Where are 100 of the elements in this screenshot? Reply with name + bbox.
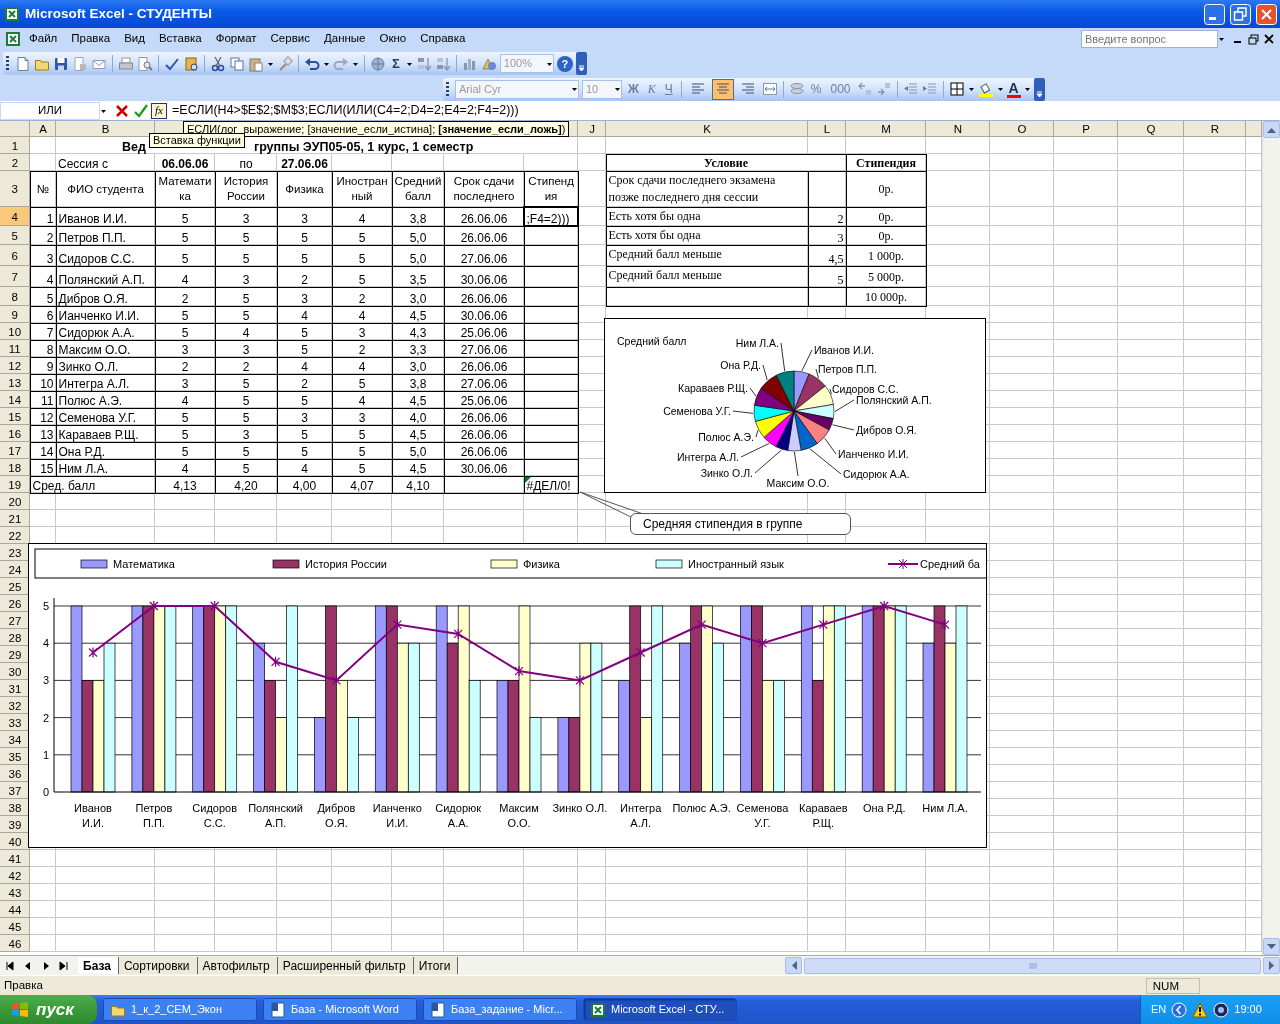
row-header[interactable]: 10 <box>0 323 30 340</box>
menu-item[interactable]: Сервис <box>263 28 317 50</box>
help-button[interactable]: ? <box>556 55 573 72</box>
taskbar-button[interactable]: Microsoft Excel - СТУ... <box>583 998 737 1021</box>
taskbar-button[interactable]: 1_к_2_СЕМ_Экон <box>103 998 257 1021</box>
menu-item[interactable]: Данные <box>316 28 373 50</box>
row-header[interactable]: 21 <box>0 510 30 527</box>
sheet-tab[interactable]: Сортировки <box>118 957 198 974</box>
column-header[interactable]: J <box>578 121 606 137</box>
row-header[interactable]: 27 <box>0 612 30 629</box>
row-header[interactable]: 20 <box>0 493 30 510</box>
help-search-field[interactable]: Введите вопрос <box>1081 30 1218 48</box>
row-header[interactable]: 38 <box>0 799 30 816</box>
menu-item[interactable]: Вид <box>117 28 152 50</box>
syntax-tooltip: ЕСЛИ(лог_выражение; [значение_если_истина]; [значение_если_ложь]) <box>183 121 570 137</box>
row-header[interactable]: 3 <box>0 171 30 207</box>
row-header[interactable]: 11 <box>0 340 30 357</box>
row-header[interactable]: 30 <box>0 663 30 680</box>
row-header[interactable]: 7 <box>0 266 30 287</box>
column-header[interactable]: M <box>846 121 926 137</box>
row-header[interactable]: 34 <box>0 731 30 748</box>
taskbar-button[interactable]: База - Microsoft Word <box>263 998 417 1021</box>
column-header[interactable]: L <box>808 121 846 137</box>
row-header[interactable]: 33 <box>0 714 30 731</box>
row-header[interactable]: 2 <box>0 154 30 171</box>
row-header[interactable]: 15 <box>0 408 30 425</box>
column-header[interactable]: Q <box>1118 121 1184 137</box>
column-header[interactable]: P <box>1054 121 1118 137</box>
legend-label: Иностранный язык <box>688 558 784 570</box>
menu-item[interactable]: Файл <box>22 28 65 50</box>
row-header[interactable]: 36 <box>0 765 30 782</box>
row-header[interactable]: 42 <box>0 867 30 884</box>
table-cell: Ианченко И.И. <box>56 306 155 323</box>
row-header[interactable]: 14 <box>0 391 30 408</box>
row-header[interactable]: 40 <box>0 833 30 850</box>
sheet-tab[interactable]: Итоги <box>413 957 459 974</box>
row-header[interactable]: 4 <box>0 207 30 226</box>
table-cell: 26.06.06 <box>444 226 524 245</box>
row-header[interactable]: 32 <box>0 697 30 714</box>
menu-item[interactable]: Формат <box>208 28 264 50</box>
row-header[interactable]: 23 <box>0 544 30 561</box>
row-header[interactable]: 9 <box>0 306 30 323</box>
table-cell: 5 <box>215 391 277 408</box>
row-header[interactable]: 31 <box>0 680 30 697</box>
row-header[interactable]: 24 <box>0 561 30 578</box>
row-header[interactable]: 13 <box>0 374 30 391</box>
row-header[interactable]: 28 <box>0 629 30 646</box>
table-cell: 30.06.06 <box>444 266 524 287</box>
row-header[interactable]: 19 <box>0 476 30 493</box>
row-header[interactable]: 35 <box>0 748 30 765</box>
table-cell: 5 <box>215 226 277 245</box>
row-header[interactable]: 12 <box>0 357 30 374</box>
taskbar-button[interactable]: База_задание - Micr... <box>423 998 577 1021</box>
table-cell: 4 <box>332 391 392 408</box>
column-header[interactable]: A <box>30 121 56 137</box>
row-header[interactable]: 29 <box>0 646 30 663</box>
row-header[interactable]: 37 <box>0 782 30 799</box>
table-cell: Полюс А.Э. <box>56 391 155 408</box>
sheet-tab[interactable]: Расширенный фильтр <box>277 957 414 974</box>
row-header[interactable]: 17 <box>0 442 30 459</box>
row-header[interactable]: 44 <box>0 901 30 918</box>
row-header[interactable]: 8 <box>0 287 30 306</box>
menu-item[interactable]: Окно <box>372 28 414 50</box>
legend-label: Математика <box>113 558 175 570</box>
column-header[interactable]: B <box>56 121 155 137</box>
row-header[interactable]: 39 <box>0 816 30 833</box>
menu-item[interactable]: Справка <box>413 28 473 50</box>
table-cell: 10 <box>30 374 56 391</box>
name-box[interactable]: ИЛИ <box>0 101 100 120</box>
row-header[interactable]: 22 <box>0 527 30 544</box>
sheet-tab[interactable]: Автофильтр <box>197 957 278 974</box>
row-header[interactable]: 5 <box>0 226 30 245</box>
table-cell: 3 <box>277 207 332 226</box>
slice-label: Семенова У.Г. <box>663 405 731 417</box>
row-header[interactable]: 43 <box>0 884 30 901</box>
column-header[interactable]: O <box>990 121 1054 137</box>
table-cell: Зинко О.Л. <box>56 357 155 374</box>
row-header[interactable]: 16 <box>0 425 30 442</box>
sheet-tab[interactable]: База <box>78 957 119 974</box>
table-cell: Условие <box>606 154 846 171</box>
column-header[interactable]: K <box>606 121 808 137</box>
start-button[interactable]: пуск <box>0 995 97 1024</box>
table-cell: Срок сдачи последнего экзамена позже последнего дня сессии <box>606 171 808 207</box>
table-cell: 5,0 <box>392 245 444 266</box>
slice-label: Полюс А.Э. <box>698 431 754 443</box>
menu-item[interactable]: Вставка <box>151 28 209 50</box>
row-header[interactable]: 41 <box>0 850 30 867</box>
row-header[interactable]: 26 <box>0 595 30 612</box>
column-header[interactable]: N <box>926 121 990 137</box>
row-header[interactable]: 18 <box>0 459 30 476</box>
row-header[interactable]: 1 <box>0 137 30 154</box>
insert-function-button[interactable]: fx <box>151 102 167 119</box>
menu-item[interactable]: Правка <box>64 28 118 50</box>
row-header[interactable]: 46 <box>0 935 30 952</box>
column-header[interactable]: R <box>1184 121 1246 137</box>
row-header[interactable]: 45 <box>0 918 30 935</box>
autosum-button[interactable]: Σ <box>389 55 403 72</box>
row-header[interactable]: 6 <box>0 245 30 266</box>
table-cell: 10 000р. <box>846 287 926 306</box>
row-header[interactable]: 25 <box>0 578 30 595</box>
